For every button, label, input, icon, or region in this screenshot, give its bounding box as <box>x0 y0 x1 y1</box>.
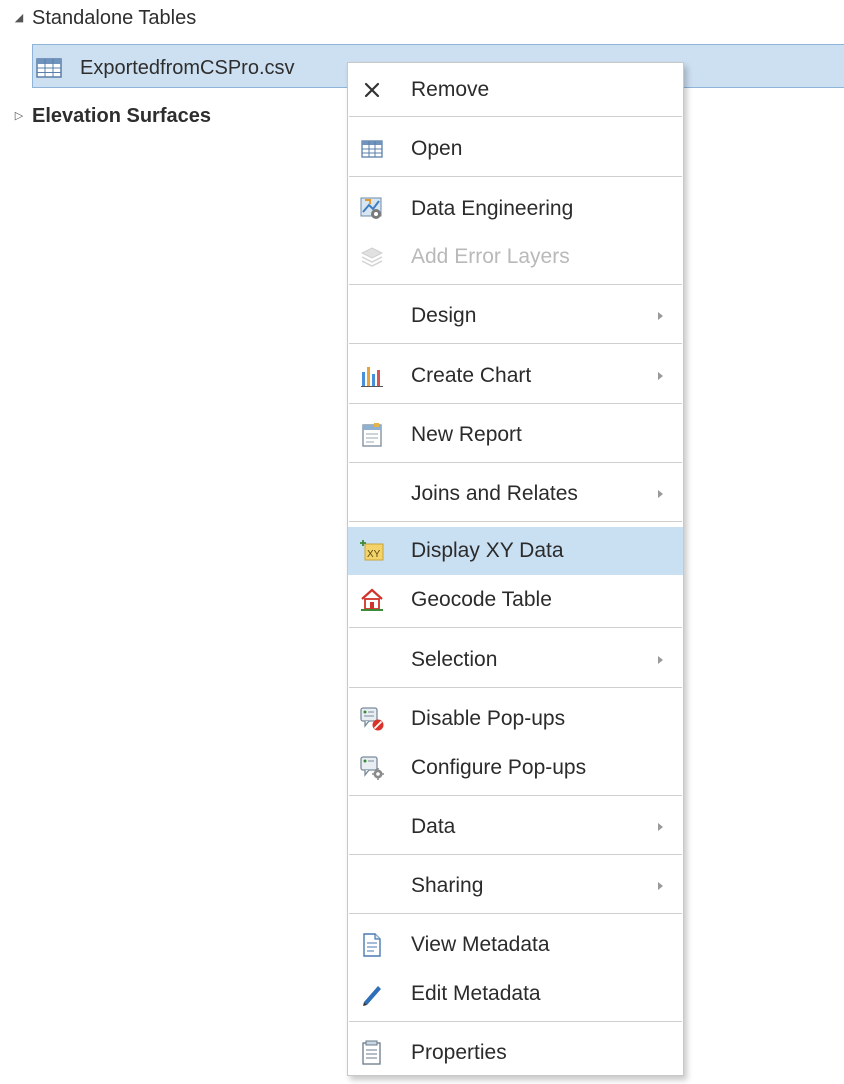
tree-node-label: Elevation Surfaces <box>32 105 211 127</box>
menu-label: Sharing <box>411 874 484 897</box>
menu-item-add-error-layers: Add Error Layers <box>348 233 683 281</box>
menu-item-remove[interactable]: Remove <box>348 66 683 114</box>
tree-node-standalone-tables[interactable]: ◢ Standalone Tables <box>10 6 196 30</box>
menu-separator <box>349 854 682 855</box>
report-icon <box>358 421 386 449</box>
collapsed-triangle-icon[interactable]: ▷ <box>10 104 28 128</box>
menu-item-open[interactable]: Open <box>348 125 683 173</box>
submenu-arrow-icon <box>658 882 663 890</box>
submenu-arrow-icon <box>658 823 663 831</box>
menu-item-configure-popups[interactable]: Configure Pop-ups <box>348 744 683 792</box>
expanded-triangle-icon[interactable]: ◢ <box>10 6 28 30</box>
menu-separator <box>349 116 682 117</box>
menu-item-display-xy-data[interactable]: XY Display XY Data <box>348 527 683 575</box>
menu-label: Edit Metadata <box>411 982 541 1005</box>
menu-label: Design <box>411 304 477 327</box>
pencil-icon <box>358 980 386 1008</box>
menu-separator <box>349 176 682 177</box>
menu-label: Add Error Layers <box>411 245 570 268</box>
submenu-arrow-icon <box>658 490 663 498</box>
tree-node-label: Standalone Tables <box>32 7 197 29</box>
table-item-label: ExportedfromCSPro.csv <box>80 57 295 79</box>
menu-separator <box>349 687 682 688</box>
menu-separator <box>349 627 682 628</box>
menu-item-joins-and-relates[interactable]: Joins and Relates <box>348 470 683 518</box>
table-icon <box>36 58 62 78</box>
menu-item-selection[interactable]: Selection <box>348 636 683 684</box>
menu-item-disable-popups[interactable]: Disable Pop-ups <box>348 695 683 743</box>
menu-separator <box>349 284 682 285</box>
context-menu: Remove Open Data Engineering Add Error L… <box>347 62 684 1076</box>
svg-text:XY: XY <box>367 549 381 560</box>
close-icon <box>358 76 386 104</box>
menu-item-view-metadata[interactable]: View Metadata <box>348 921 683 969</box>
house-icon <box>358 586 386 614</box>
menu-item-properties[interactable]: Properties <box>348 1029 683 1077</box>
menu-item-data-engineering[interactable]: Data Engineering <box>348 185 683 233</box>
menu-label: Data <box>411 815 456 838</box>
submenu-arrow-icon <box>658 656 663 664</box>
menu-separator <box>349 462 682 463</box>
menu-label: Properties <box>411 1041 507 1064</box>
submenu-arrow-icon <box>658 372 663 380</box>
menu-separator <box>349 795 682 796</box>
configure-popup-icon <box>358 754 386 782</box>
menu-label: Disable Pop-ups <box>411 707 566 730</box>
data-engineering-icon <box>358 195 386 223</box>
menu-item-design[interactable]: Design <box>348 292 683 340</box>
layers-icon <box>358 243 386 271</box>
menu-item-create-chart[interactable]: Create Chart <box>348 352 683 400</box>
menu-item-sharing[interactable]: Sharing <box>348 862 683 910</box>
menu-separator <box>349 1021 682 1022</box>
menu-label: View Metadata <box>411 933 550 956</box>
menu-label: Geocode Table <box>411 588 552 611</box>
menu-label: Create Chart <box>411 364 532 387</box>
menu-item-new-report[interactable]: New Report <box>348 411 683 459</box>
properties-icon <box>358 1039 386 1067</box>
xy-data-icon: XY <box>358 537 386 565</box>
submenu-arrow-icon <box>658 312 663 320</box>
menu-label: Data Engineering <box>411 197 574 220</box>
menu-label: Configure Pop-ups <box>411 756 587 779</box>
menu-label: New Report <box>411 423 522 446</box>
menu-label: Joins and Relates <box>411 482 578 505</box>
menu-label: Open <box>411 137 463 160</box>
table-icon <box>358 135 386 163</box>
document-icon <box>358 931 386 959</box>
menu-label: Display XY Data <box>411 539 564 562</box>
menu-item-geocode-table[interactable]: Geocode Table <box>348 576 683 624</box>
menu-separator <box>349 403 682 404</box>
menu-separator <box>349 913 682 914</box>
menu-item-data[interactable]: Data <box>348 803 683 851</box>
menu-item-edit-metadata[interactable]: Edit Metadata <box>348 970 683 1018</box>
selected-table-item[interactable]: ExportedfromCSPro.csv <box>36 56 295 80</box>
menu-separator <box>349 521 682 522</box>
menu-label: Remove <box>411 78 490 101</box>
tree-node-elevation-surfaces[interactable]: ▷ Elevation Surfaces <box>10 104 211 128</box>
disable-popup-icon <box>358 705 386 733</box>
menu-label: Selection <box>411 648 498 671</box>
bar-chart-icon <box>358 362 386 390</box>
menu-separator <box>349 343 682 344</box>
